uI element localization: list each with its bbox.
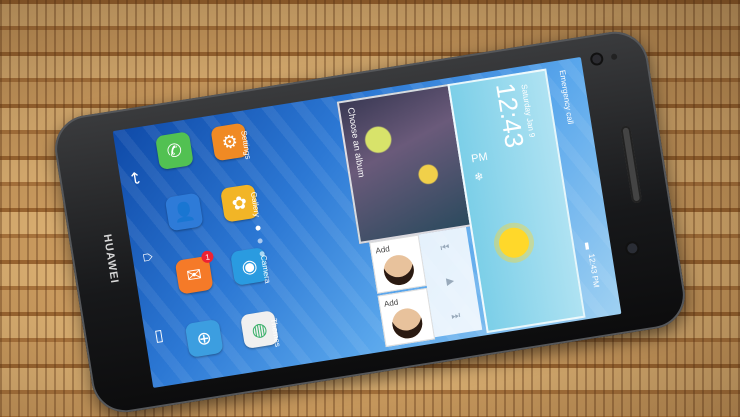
globe-icon: ⊕	[184, 318, 224, 358]
contacts-widget: Add Add ⏮ ▶ ⏭	[369, 227, 483, 348]
earpiece-speaker	[620, 125, 643, 204]
ampm-label: PM	[470, 150, 489, 166]
message-icon: ✉ 1	[174, 249, 215, 295]
back-icon[interactable]: ↩	[124, 170, 146, 187]
page-dot	[255, 225, 261, 231]
app-themes[interactable]: ◍ Themes	[235, 309, 284, 350]
sensor-dot	[610, 53, 618, 61]
brand-logo: HUAWEI	[100, 233, 121, 285]
app-contacts[interactable]: 👤	[160, 192, 209, 232]
phone-icon: ✆	[154, 131, 194, 171]
page-dot	[259, 250, 266, 257]
play-icon[interactable]: ▶	[446, 276, 455, 288]
menu-icon[interactable]: ▭	[149, 327, 171, 345]
home-icon[interactable]: ⌂	[138, 251, 157, 263]
app-phone[interactable]: ✆	[150, 130, 199, 171]
sun-icon	[496, 225, 532, 260]
app-gallery[interactable]: ✿ Gallery	[215, 183, 264, 223]
home-screen: ↩ ⌂ ▭ ✆ ⚙ Settings 👤 ✿ Gallery ✉ 1 ◉ Cam…	[112, 56, 622, 388]
page-dot	[257, 238, 263, 244]
app-browser[interactable]: ⊕	[180, 318, 229, 358]
avatar	[381, 252, 417, 288]
app-camera[interactable]: ◉ Camera	[225, 246, 274, 286]
snowflake-icon: ❄	[473, 170, 485, 185]
screen-content: ↩ ⌂ ▭ ✆ ⚙ Settings 👤 ✿ Gallery ✉ 1 ◉ Cam…	[113, 57, 622, 388]
avatar	[390, 306, 425, 341]
battery-icon: ▮	[583, 240, 591, 251]
next-icon[interactable]: ⏭	[451, 310, 462, 322]
app-messaging[interactable]: ✉ 1	[170, 249, 219, 295]
album-label: Choose an album	[345, 106, 367, 179]
emergency-call-label: Emergency call	[557, 69, 576, 125]
add-label: Add	[374, 244, 391, 256]
contact-card[interactable]: Add	[369, 234, 427, 294]
status-time: 12:43 PM	[586, 253, 601, 289]
previous-icon[interactable]: ⏮	[440, 242, 451, 254]
weather-status-icons: PM ❄	[471, 151, 492, 184]
proximity-sensor	[626, 242, 639, 255]
contact-card[interactable]: Add	[377, 287, 436, 348]
front-camera	[591, 53, 602, 65]
add-label: Add	[383, 297, 399, 309]
app-grid: ✆ ⚙ Settings 👤 ✿ Gallery ✉ 1 ◉ Camera ⊕ …	[149, 110, 326, 379]
app-settings[interactable]: ⚙ Settings	[205, 122, 254, 162]
contacts-icon: 👤	[164, 192, 204, 232]
unread-badge: 1	[200, 249, 215, 264]
